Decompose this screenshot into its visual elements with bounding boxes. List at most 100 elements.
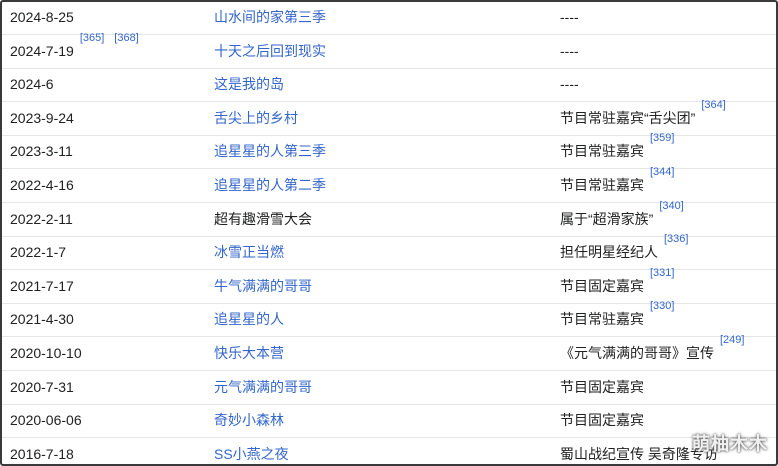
note-cell: ---- xyxy=(560,2,770,34)
table-row: 2022-1-7 冰雪正当燃 担任明星经纪人 [336] xyxy=(2,233,776,271)
date-text: 2022-4-16 xyxy=(10,177,74,193)
show-cell: 奇妙小森林 xyxy=(214,404,544,437)
table-row: 2020-10-10 快乐大本营 《元气满满的哥哥》宣传 [249] xyxy=(2,334,776,371)
date-cell: 2020-7-31 xyxy=(10,371,200,404)
note-text: 《元气满满的哥哥》宣传 xyxy=(560,345,714,361)
note-cell: 节目常驻嘉宾“舌尖团” [364] xyxy=(560,99,770,135)
date-cell: 2022-2-11 xyxy=(10,203,200,236)
show-cell: 快乐大本营 xyxy=(214,337,544,370)
date-cell: 2022-1-7 xyxy=(10,236,200,269)
citation-link[interactable]: [336] xyxy=(664,233,688,245)
show-link[interactable]: 追星星的人第二季 xyxy=(214,177,326,193)
note-text: 节目固定嘉宾 xyxy=(560,412,644,429)
citation-link[interactable]: [359] xyxy=(650,132,674,144)
note-text: 节目固定嘉宾 xyxy=(560,277,644,294)
note-text: 节目固定嘉宾 xyxy=(560,378,644,395)
note-cell: 节目常驻嘉宾 [344] xyxy=(560,166,770,202)
show-link[interactable]: 这是我的岛 xyxy=(214,76,284,92)
table-row: 2021-4-30 追星星的人 节目常驻嘉宾 [330] xyxy=(2,300,776,338)
citation-link[interactable]: [331] xyxy=(650,267,674,279)
show-cell: 冰雪正当燃 xyxy=(214,236,544,269)
note-cell: 节目常驻嘉宾 [359] xyxy=(560,132,770,168)
show-link[interactable]: 追星星的人 xyxy=(214,311,284,327)
show-cell: SS小燕之夜 xyxy=(214,438,544,464)
show-link[interactable]: 奇妙小森林 xyxy=(214,412,284,428)
citation-link[interactable]: [368] xyxy=(114,32,138,44)
table-row: 2016-7-18 SS小燕之夜 蜀山战纪宣传 吴奇隆专访 xyxy=(2,438,776,464)
note-cell: 担任明星经纪人 [336] xyxy=(560,233,770,269)
citation-link[interactable]: [330] xyxy=(650,300,674,312)
note-cell: 属于“超滑家族” [340] xyxy=(560,200,770,236)
show-cell: 舌尖上的乡村 xyxy=(214,102,544,135)
date-text: 2016-7-18 xyxy=(10,445,74,462)
date-cell: 2020-06-06 xyxy=(10,404,200,437)
note-text: 节目常驻嘉宾“舌尖团” xyxy=(560,109,696,126)
date-cell: 2024-8-25 xyxy=(10,2,200,34)
note-cell: 节目常驻嘉宾 [330] xyxy=(560,300,770,336)
show-cell: 牛气满满的哥哥 xyxy=(214,270,544,303)
note-text: 属于“超滑家族” xyxy=(560,210,654,227)
date-cell: 2020-10-10 xyxy=(10,337,200,370)
show-cell: 追星星的人第三季 xyxy=(214,135,544,168)
show-link[interactable]: 冰雪正当燃 xyxy=(214,244,284,260)
table-row: 2020-7-31 元气满满的哥哥 节目固定嘉宾 xyxy=(2,371,776,405)
date-cell: 2021-4-30 xyxy=(10,303,200,336)
date-cell: 2021-7-17 xyxy=(10,270,200,303)
show-link[interactable]: 舌尖上的乡村 xyxy=(214,110,298,126)
date-text: 2021-4-30 xyxy=(10,311,74,328)
date-cell: 2022-4-16 xyxy=(10,169,200,202)
date-text: 2023-9-24 xyxy=(10,109,74,126)
date-text: 2022-2-11 xyxy=(10,210,73,227)
citation-link[interactable]: [364] xyxy=(701,99,725,111)
note-cell: ---- xyxy=(560,35,770,68)
note-text: ---- xyxy=(560,76,579,93)
date-text: 2020-7-31 xyxy=(10,378,74,395)
table-row: 2023-3-11 追星星的人第三季 节目常驻嘉宾 [359] xyxy=(2,132,776,170)
table-row: 2020-06-06 奇妙小森林 节目固定嘉宾 xyxy=(2,404,776,439)
date-text: 2022-1-7 xyxy=(10,244,67,261)
show-link[interactable]: 十天之后回到现实 xyxy=(214,43,326,59)
show-cell: 追星星的人 xyxy=(214,303,544,336)
show-link[interactable]: 山水间的家第三季 xyxy=(214,9,326,25)
table-row: 2022-2-11 超有趣滑雪大会 属于“超滑家族” [340] xyxy=(2,200,776,237)
note-text: ---- xyxy=(560,9,579,25)
date-text: 2020-10-10 xyxy=(10,345,82,361)
show-link[interactable]: 快乐大本营 xyxy=(214,345,284,361)
date-text: 2020-06-06 xyxy=(10,412,82,429)
note-text: 节目常驻嘉宾 xyxy=(560,143,644,160)
table-row: 2024-7-19 [365] [368] 十天之后回到现实 ---- xyxy=(2,32,776,69)
show-link[interactable]: SS小燕之夜 xyxy=(214,446,289,462)
date-text: 2024-8-25 xyxy=(10,9,74,25)
variety-show-table: 2024-8-25 山水间的家第三季 ---- 2024-7-19 [365] [368]… xyxy=(0,0,778,466)
citation-link[interactable]: [340] xyxy=(659,200,683,212)
table-row: 2021-7-17 牛气满满的哥哥 节目固定嘉宾 [331] xyxy=(2,267,776,304)
date-text: 2024-6 xyxy=(10,76,54,93)
date-cell: 2024-6 xyxy=(10,68,200,101)
citation-link[interactable]: [249] xyxy=(720,334,744,346)
note-cell: 节目固定嘉宾 [331] xyxy=(560,267,770,303)
table-row: 2024-8-25 山水间的家第三季 ---- xyxy=(2,2,776,35)
watermark: 萌柚木木 xyxy=(692,434,768,454)
show-cell: 追星星的人第二季 xyxy=(214,169,544,202)
note-cell: ---- xyxy=(560,68,770,101)
citation-link[interactable]: [344] xyxy=(650,166,674,178)
show-link[interactable]: 元气满满的哥哥 xyxy=(214,379,312,395)
table-row: 2022-4-16 追星星的人第二季 节目常驻嘉宾 [344] xyxy=(2,166,776,203)
note-text: 节目常驻嘉宾 xyxy=(560,177,644,193)
date-cell: 2024-7-19 [365] [368] xyxy=(10,32,200,68)
note-cell: 《元气满满的哥哥》宣传 [249] xyxy=(560,334,770,370)
date-cell: 2016-7-18 xyxy=(10,438,200,464)
show-link[interactable]: 牛气满满的哥哥 xyxy=(214,278,312,294)
citation-link[interactable]: [365] xyxy=(80,32,104,44)
table-row: 2024-6 这是我的岛 ---- xyxy=(2,68,776,103)
show-link[interactable]: 追星星的人第三季 xyxy=(214,143,326,159)
note-cell: 节目固定嘉宾 xyxy=(560,371,770,404)
date-text: 2023-3-11 xyxy=(10,143,73,160)
date-text: 2021-7-17 xyxy=(10,277,74,294)
show-cell: 超有趣滑雪大会 xyxy=(214,203,544,236)
date-text: 2024-7-19 xyxy=(10,42,74,59)
note-text: ---- xyxy=(560,42,579,59)
note-text: 担任明星经纪人 xyxy=(560,244,658,261)
table-row: 2023-9-24 舌尖上的乡村 节目常驻嘉宾“舌尖团” [364] xyxy=(2,99,776,136)
show-cell: 这是我的岛 xyxy=(214,68,544,101)
